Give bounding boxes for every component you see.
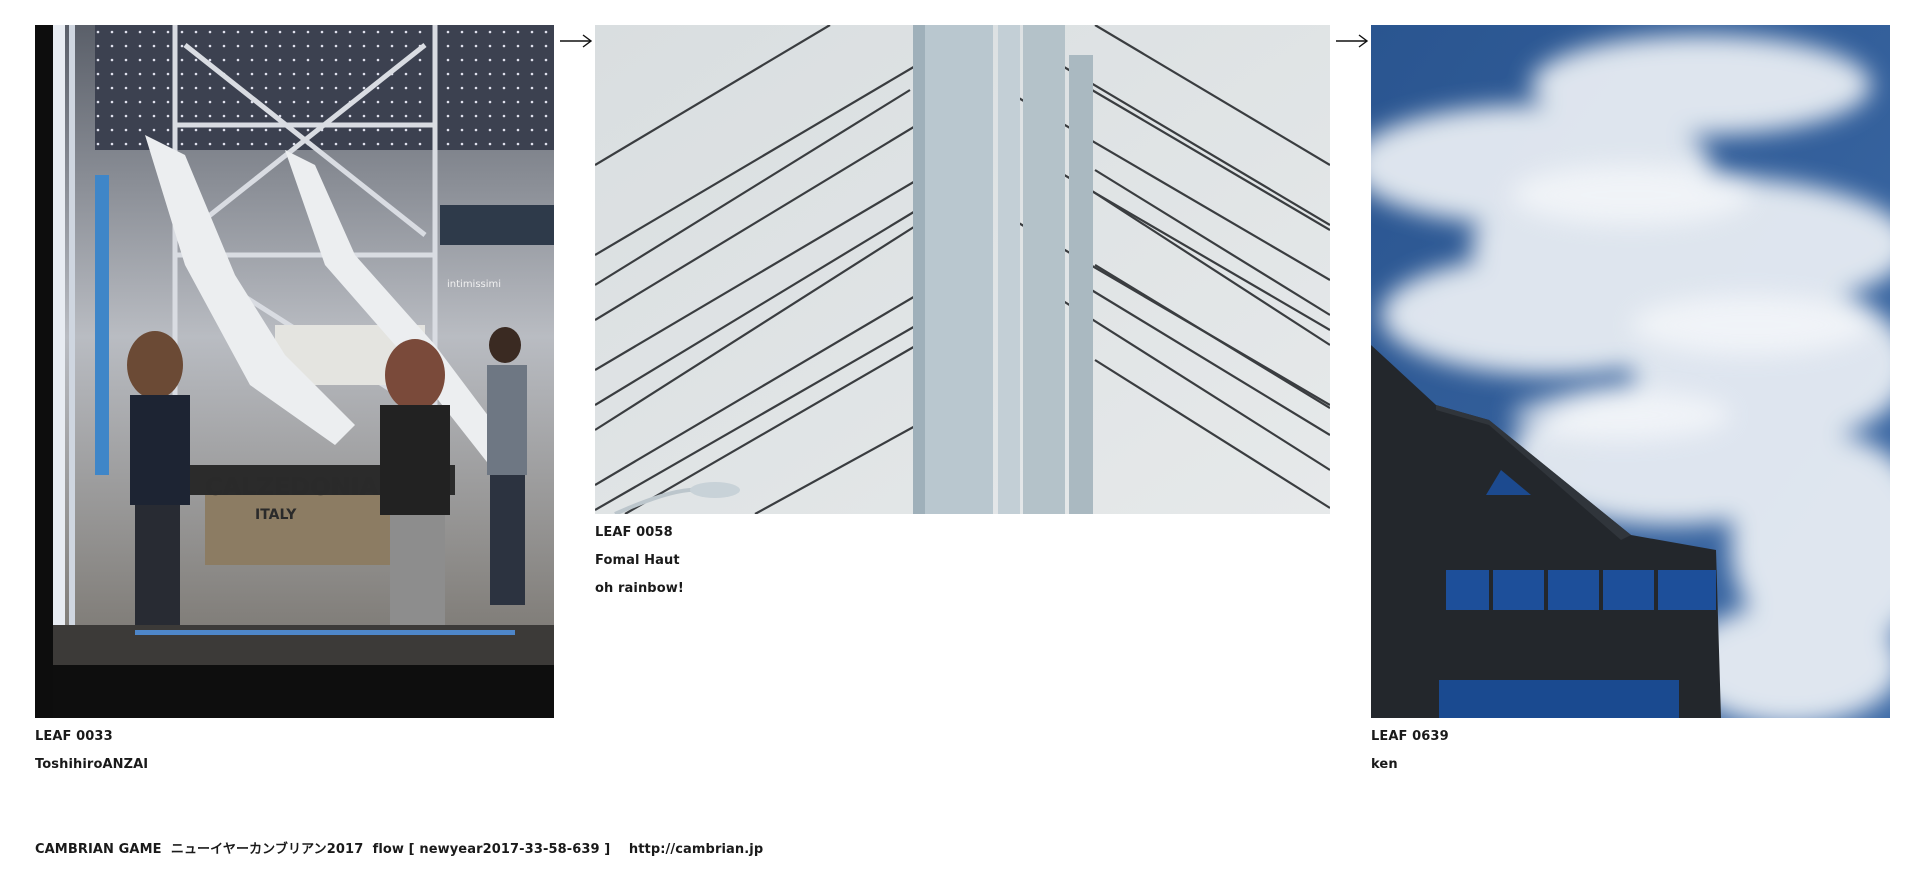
- leaf-0033-caption: LEAF 0033 ToshihiroANZAI: [35, 723, 148, 779]
- sky-building-image: [1371, 25, 1890, 718]
- footer-flow-info[interactable]: CAMBRIAN GAME ニューイヤーカンブリアン2017 flow [ ne…: [35, 838, 763, 857]
- arrow-right-icon: [1336, 34, 1369, 48]
- leaf-0639-caption: LEAF 0639 ken: [1371, 723, 1449, 779]
- leaf-code[interactable]: LEAF 0639: [1371, 723, 1449, 751]
- arrow-right-icon: [560, 34, 593, 48]
- leaf-0058-photo[interactable]: [595, 25, 1330, 514]
- leaf-code[interactable]: LEAF 0033: [35, 723, 148, 751]
- leaf-author[interactable]: Fomal Haut: [595, 547, 684, 575]
- leaf-comment: oh rainbow!: [595, 581, 684, 596]
- bridge-image: [595, 25, 1330, 514]
- italy-window-text: ITALY: [255, 507, 297, 523]
- intimissimi-sign: intimissimi: [447, 279, 501, 290]
- leaf-0058-caption: LEAF 0058 Fomal Haut oh rainbow!: [595, 519, 684, 603]
- flow-page: intimissimi CALZEDONIA ITALY LEAF 0033 T…: [0, 0, 1925, 872]
- leaf-author[interactable]: ToshihiroANZAI: [35, 751, 148, 779]
- leaf-author[interactable]: ken: [1371, 751, 1449, 779]
- calzedonia-window-text: CALZEDONIA: [205, 473, 379, 501]
- shop-window-image: intimissimi CALZEDONIA ITALY: [35, 25, 554, 718]
- leaf-0639-photo[interactable]: [1371, 25, 1890, 718]
- leaf-code[interactable]: LEAF 0058: [595, 519, 684, 547]
- leaf-0033-photo[interactable]: intimissimi CALZEDONIA ITALY: [35, 25, 554, 718]
